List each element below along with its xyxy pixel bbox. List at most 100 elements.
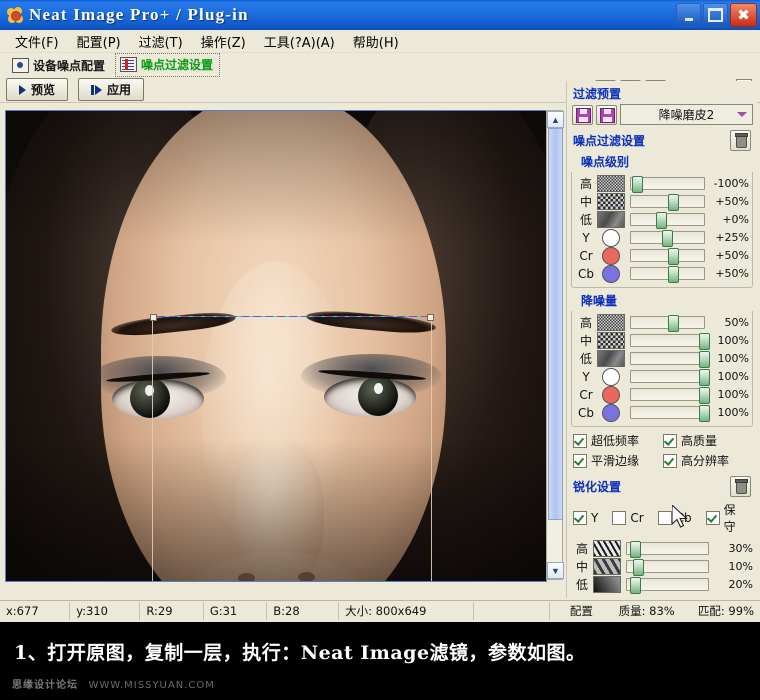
row-label: Cb [578, 405, 594, 420]
row-label: 中 [579, 195, 592, 209]
watermark-primary: 思缘设计论坛 [12, 680, 78, 691]
row-label: 高 [579, 177, 592, 191]
slider-track[interactable] [630, 333, 710, 350]
noise-high-swatch [597, 175, 625, 192]
slider-track[interactable] [630, 405, 710, 422]
image-canvas[interactable] [5, 110, 547, 582]
option-very-low-freq[interactable]: 超低频率 [573, 432, 663, 449]
vertical-scroll-thumb[interactable] [548, 128, 563, 520]
checkbox-icon[interactable] [573, 511, 587, 525]
checkbox-icon[interactable] [573, 453, 587, 468]
noise-level-group: 高 -100% 中 +50% 低 +0% Y +25% Cr +50% Cb +… [571, 172, 753, 288]
slider-row: 中 10% [571, 558, 753, 576]
checkbox-icon[interactable] [612, 511, 627, 525]
menu-item-profile[interactable]: 配置(P) [68, 30, 130, 53]
slider-track[interactable] [630, 315, 705, 332]
option-smooth-edges[interactable]: 平滑边缘 [573, 452, 663, 469]
noise-high-swatch [597, 314, 625, 331]
preview-button[interactable]: 预览 [6, 78, 69, 101]
slider-row: 高 50% [575, 314, 749, 332]
row-label: 高 [579, 316, 592, 330]
channel-y-circle [602, 228, 620, 247]
slider-row: Y +25% [575, 228, 749, 247]
option-high-quality[interactable]: 高质量 [663, 432, 753, 449]
status-g: G:31 [204, 602, 268, 620]
slider-track[interactable] [630, 230, 705, 247]
minimize-button[interactable] [676, 3, 701, 27]
option-high-resolution[interactable]: 高分辨率 [663, 452, 753, 469]
menu-item-tools[interactable]: 工具(?A)(A) [255, 30, 344, 53]
slider-row: Cb +50% [575, 264, 749, 283]
noise-mid-swatch [597, 332, 625, 349]
application-window: Neat Image Pro+ / Plug-in ✖ 文件(F) 配置(P) … [0, 0, 760, 699]
checkbox-icon[interactable] [663, 453, 677, 468]
slider-row: 中 +50% [575, 193, 749, 211]
row-label: 中 [575, 560, 588, 574]
menu-item-operation[interactable]: 操作(Z) [192, 30, 255, 53]
apply-button[interactable]: 应用 [78, 78, 145, 101]
channel-cb-circle [602, 264, 620, 283]
slider-track[interactable] [630, 176, 705, 193]
sharpen-conservative[interactable]: 保守 [705, 501, 742, 535]
image-workspace: ▲ ▼ ◀ ▶ [0, 110, 565, 699]
mouse-cursor [672, 505, 688, 528]
slider-value: 100% [717, 352, 749, 365]
noise-filter-section-title: 噪点过滤设置 [573, 134, 646, 148]
status-b: B:28 [267, 602, 340, 620]
preset-selected-value: 降噪磨皮2 [658, 108, 715, 122]
slider-track[interactable] [630, 194, 705, 211]
status-x: x:677 [0, 602, 71, 620]
slider-track[interactable] [630, 266, 705, 283]
maximize-button[interactable] [703, 3, 728, 27]
menu-bar: 文件(F) 配置(P) 过滤(T) 操作(Z) 工具(?A)(A) 帮助(H) [0, 30, 760, 53]
scroll-up-button[interactable]: ▲ [547, 111, 564, 128]
row-label: 高 [575, 542, 588, 556]
sharpen-channel-cr[interactable]: Cr [612, 511, 644, 525]
option-label: 平滑边缘 [591, 454, 640, 468]
slider-track[interactable] [626, 541, 709, 558]
sharpen-channel-y[interactable]: Y [573, 511, 598, 525]
sharpening-sliders: 高 30% 中 10% 低 20% [571, 540, 753, 594]
window-title: Neat Image Pro+ / Plug-in [29, 5, 249, 24]
sharpening-section-title: 锐化设置 [573, 480, 622, 494]
window-controls: ✖ [676, 3, 757, 27]
channel-label: Cr [630, 511, 644, 525]
scroll-down-button[interactable]: ▼ [547, 562, 564, 579]
checkbox-icon[interactable] [657, 511, 672, 525]
slider-track[interactable] [630, 212, 705, 229]
slider-row: Cb 100% [575, 403, 749, 422]
slider-row: 低 20% [571, 576, 753, 594]
slider-track[interactable] [630, 351, 710, 368]
tab-device-noise-profile[interactable]: 设备噪点配置 [8, 55, 111, 77]
status-spacer [474, 602, 551, 620]
slider-row: Cr +50% [575, 246, 749, 265]
slider-track[interactable] [630, 387, 710, 404]
trash-icon[interactable] [730, 130, 751, 151]
menu-item-help[interactable]: 帮助(H) [344, 30, 408, 53]
channel-y-circle [602, 367, 620, 386]
save-preset-icon[interactable] [572, 104, 593, 125]
slider-track[interactable] [626, 577, 709, 594]
sharp-low-swatch [593, 576, 621, 593]
vertical-scrollbar[interactable]: ▲ ▼ [546, 110, 564, 580]
slider-value: 30% [728, 542, 753, 555]
tab-strip: 设备噪点配置 噪点过滤设置 [0, 53, 760, 77]
save-as-preset-icon[interactable] [596, 104, 617, 125]
close-button[interactable]: ✖ [730, 3, 757, 27]
checkbox-icon[interactable] [705, 511, 720, 525]
menu-item-file[interactable]: 文件(F) [6, 30, 68, 53]
noise-sample-selection[interactable] [150, 314, 434, 581]
slider-track[interactable] [630, 369, 710, 386]
slider-track[interactable] [626, 559, 709, 576]
slider-track[interactable] [630, 248, 705, 265]
tab-noise-filter-settings[interactable]: 噪点过滤设置 [115, 53, 221, 77]
preset-dropdown[interactable]: 降噪磨皮2 [620, 104, 753, 125]
trash-icon[interactable] [730, 476, 751, 497]
checkbox-icon[interactable] [573, 433, 587, 448]
channel-cb-circle [602, 403, 620, 422]
slider-value: 10% [728, 560, 753, 573]
sharpening-channels: Y Cr Cb 保守 [573, 501, 753, 535]
row-label: 低 [575, 578, 588, 592]
menu-item-filter[interactable]: 过滤(T) [130, 30, 192, 53]
checkbox-icon[interactable] [663, 433, 677, 448]
